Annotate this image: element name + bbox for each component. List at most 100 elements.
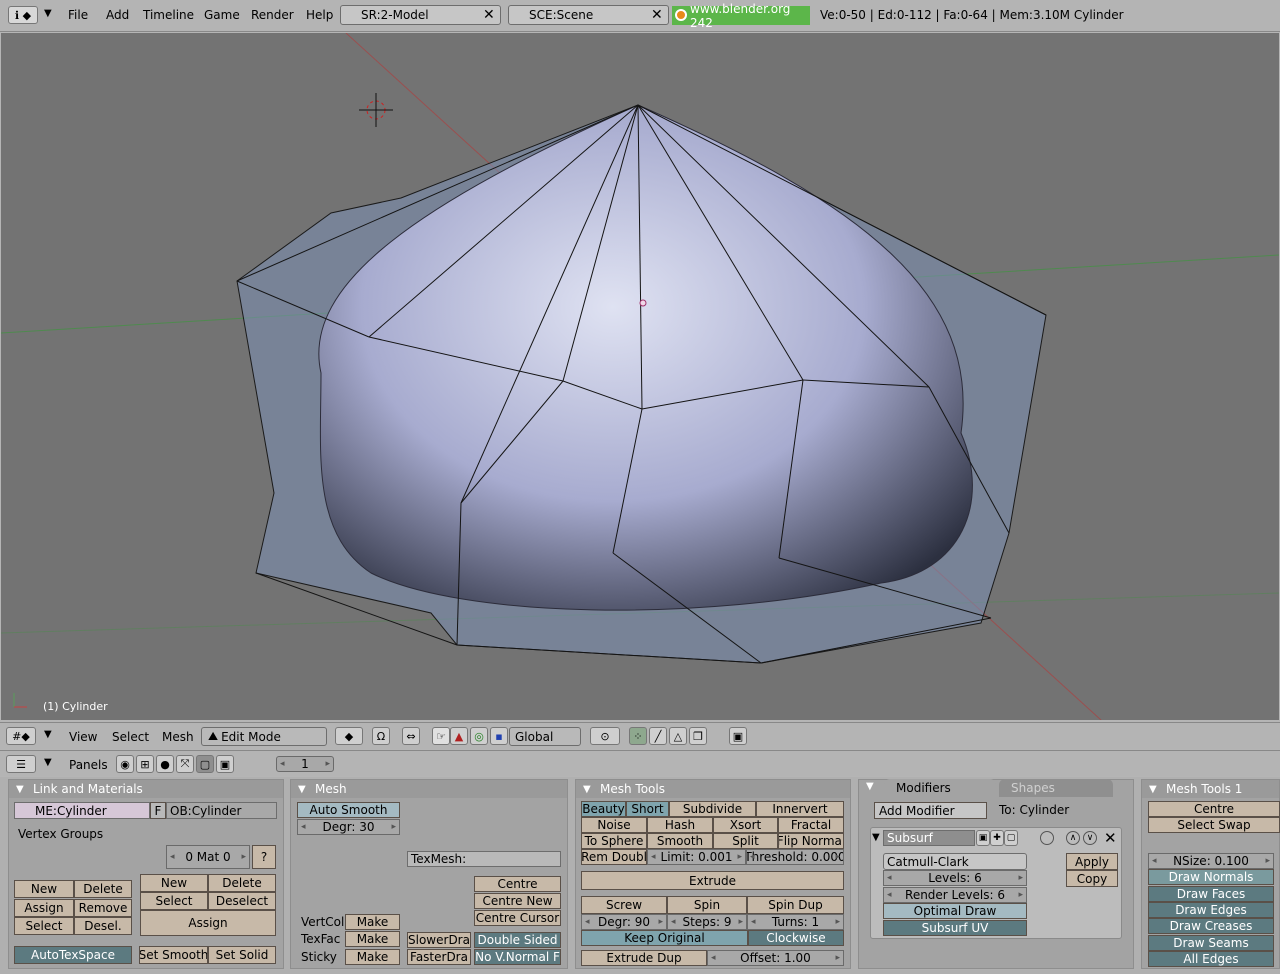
move-up-icon[interactable]: ∧ [1066,831,1080,845]
modifier-collapse-icon[interactable]: ▼ [872,832,880,843]
material-index[interactable]: 0 Mat 0 [166,845,250,869]
shading-icon[interactable]: ◆ [335,727,363,745]
screen-selector[interactable]: SR:2-Model [340,5,501,25]
menu-view[interactable]: View [69,730,97,744]
offset-field[interactable]: Offset: 1.00 [707,950,844,966]
manipulator-icon[interactable]: ⇔ [402,727,420,745]
noise-button[interactable]: Noise [581,817,647,833]
set-smooth-button[interactable]: Set Smooth [139,946,208,964]
fractal-button[interactable]: Fractal [778,817,844,833]
no-vnormal-toggle[interactable]: No V.Normal F [474,949,561,965]
frame-counter[interactable]: 1 [276,756,334,772]
scene-close-icon[interactable]: ✕ [651,7,663,23]
screw-button[interactable]: Screw [581,896,667,914]
to-sphere-button[interactable]: To Sphere [581,833,647,849]
draw-creases-toggle[interactable]: Draw Creases [1148,918,1274,934]
innervert-menu[interactable]: Innervert [756,801,844,817]
faster-draw-button[interactable]: FasterDra [407,949,471,965]
auto-smooth-degree[interactable]: Degr: 30 [297,819,400,835]
scale-icon[interactable]: ▪ [490,727,508,745]
menu-timeline[interactable]: Timeline [143,8,194,22]
editmode-toggle-icon[interactable]: ▢ [1004,830,1018,846]
menu-help[interactable]: Help [306,8,333,22]
remove-modifier-icon[interactable]: ✕ [1104,829,1117,847]
vertex-select-icon[interactable]: ⁘ [629,727,647,745]
tab-shapes[interactable]: Shapes [999,779,1113,797]
move-down-icon[interactable]: ∨ [1083,831,1097,845]
steps-field[interactable]: Steps: 9 [667,914,747,930]
xsort-button[interactable]: Xsort [713,817,778,833]
centre-button[interactable]: Centre [474,876,561,892]
subsurf-uv-toggle[interactable]: Subsurf UV [883,920,1027,936]
3d-viewport[interactable]: (1) Cylinder [1,33,1279,720]
render-levels-field[interactable]: Render Levels: 6 [883,887,1027,903]
draw-faces-toggle[interactable]: Draw Faces [1148,886,1274,902]
threshold-field[interactable]: Threshold: 0.000 [746,849,844,865]
mat-select-button[interactable]: Select [140,892,208,910]
snap-icon[interactable]: ⊙ [590,727,620,745]
menu-mesh[interactable]: Mesh [162,730,194,744]
panel-mesh-tools1-header[interactable]: Mesh Tools 1 [1142,780,1279,798]
subdivide-button[interactable]: Subdivide [669,801,756,817]
modifier-name-field[interactable]: Subsurf [883,830,975,846]
sticky-make-button[interactable]: Make [345,949,400,965]
clockwise-toggle[interactable]: Clockwise [748,930,844,946]
fake-user-button[interactable]: F [150,802,166,819]
vg-new-button[interactable]: New [14,880,74,898]
mat-deselect-button[interactable]: Deselect [208,892,276,910]
menu-select[interactable]: Select [112,730,149,744]
mat-new-button[interactable]: New [140,874,208,892]
auto-smooth-toggle[interactable]: Auto Smooth [297,802,400,818]
panel-link-materials-header[interactable]: Link and Materials [9,780,283,798]
centre-cursor-button[interactable]: Centre Cursor [474,910,561,926]
rotate-icon[interactable]: ◎ [470,727,488,745]
material-help-button[interactable]: ? [252,845,276,869]
keep-original-toggle[interactable]: Keep Original [581,930,748,946]
collapse-menu-icon[interactable]: ▼ [44,8,52,19]
grid-editor-icon[interactable]: #◆ [6,727,36,745]
turns-field[interactable]: Turns: 1 [747,914,844,930]
menu-game[interactable]: Game [204,8,240,22]
texfac-make-button[interactable]: Make [345,931,400,947]
pivot-icon[interactable]: Ω [372,727,390,745]
mt1-centre-button[interactable]: Centre [1148,801,1280,817]
tab-modifiers[interactable]: Modifiers [884,779,996,797]
mode-selector[interactable]: ⛰ Edit Mode [201,727,327,746]
vg-assign-button[interactable]: Assign [14,899,74,917]
info-editor-icon[interactable]: ℹ ◆ [8,6,38,24]
all-edges-toggle[interactable]: All Edges [1148,951,1274,967]
collapse-icon[interactable]: ▼ [44,729,52,740]
levels-field[interactable]: Levels: 6 [883,870,1027,886]
render-toggle-icon[interactable]: ▣ [976,830,990,846]
vg-delete-button[interactable]: Delete [74,880,132,898]
object-tab-icon[interactable]: ⤧ [176,755,194,773]
limit-field[interactable]: Limit: 0.001 [647,849,746,865]
render-icon[interactable]: ▣ [729,727,747,745]
occlude-icon[interactable]: ❐ [689,727,707,745]
rem-doubles-button[interactable]: Rem Doubl [581,849,647,865]
mat-delete-button[interactable]: Delete [208,874,276,892]
short-toggle[interactable]: Short [626,801,669,817]
vg-deselect-button[interactable]: Desel. [74,917,132,935]
vg-select-button[interactable]: Select [14,917,74,935]
autotexspace-toggle[interactable]: AutoTexSpace [14,946,132,964]
slower-draw-button[interactable]: SlowerDra [407,932,471,948]
select-swap-button[interactable]: Select Swap [1148,817,1280,833]
panel-mesh-tools-header[interactable]: Mesh Tools [576,780,850,798]
draw-edges-toggle[interactable]: Draw Edges [1148,902,1274,918]
vertcol-make-button[interactable]: Make [345,914,400,930]
optimal-draw-toggle[interactable]: Optimal Draw [883,903,1027,919]
face-select-icon[interactable]: △ [669,727,687,745]
scene-tab-icon[interactable]: ▣ [216,755,234,773]
screen-close-icon[interactable]: ✕ [483,7,495,23]
hash-button[interactable]: Hash [647,817,713,833]
vg-remove-button[interactable]: Remove [74,899,132,917]
draw-normals-toggle[interactable]: Draw Normals [1148,869,1274,885]
menu-add[interactable]: Add [106,8,129,22]
translate-icon[interactable]: ▲ [450,727,468,745]
extrude-dup-button[interactable]: Extrude Dup [581,950,707,966]
copy-button[interactable]: Copy [1066,870,1118,887]
realtime-toggle-icon[interactable]: ✚ [990,830,1004,846]
extrude-button[interactable]: Extrude [581,871,844,890]
beauty-toggle[interactable]: Beauty [581,801,626,817]
